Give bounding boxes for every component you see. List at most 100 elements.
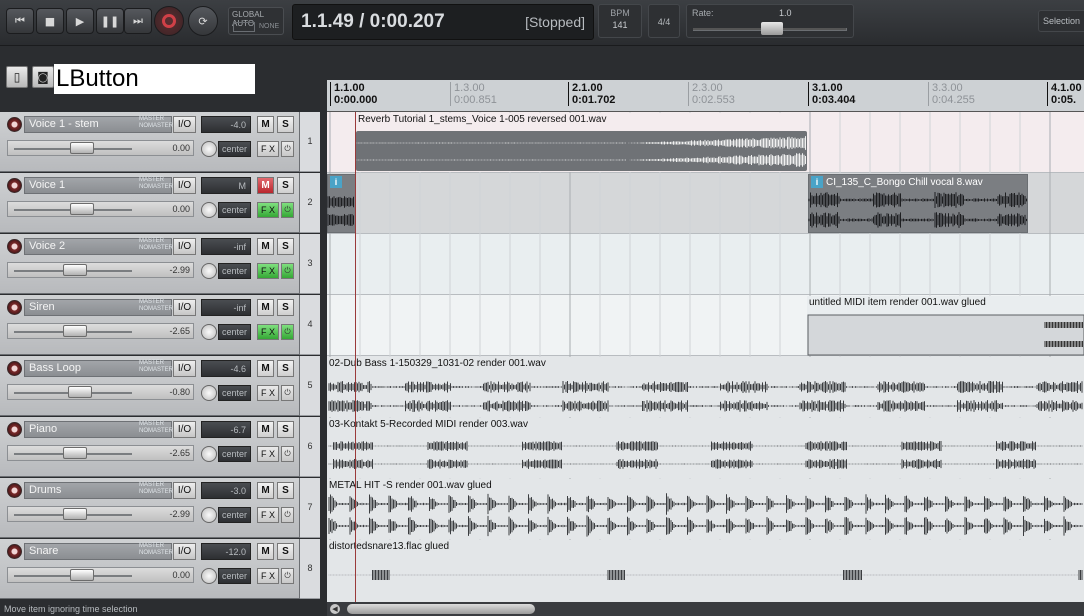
kontakt-item[interactable]: 03-Kontakt 5-Recorded MIDI render 003.wa… — [327, 418, 1084, 478]
pause-button[interactable]: ❚❚ — [96, 8, 124, 34]
stop-button[interactable]: ■ — [36, 8, 64, 34]
record-arm-icon[interactable] — [7, 544, 22, 559]
volume-fader[interactable]: -2.65 — [7, 323, 194, 339]
fx-bypass-icon[interactable]: ⏻ — [281, 385, 294, 401]
fx-button[interactable]: F X — [257, 507, 279, 523]
volume-fader[interactable]: -2.99 — [7, 506, 194, 522]
fx-bypass-icon[interactable]: ⏻ — [281, 202, 294, 218]
pan-knob-icon[interactable] — [201, 202, 217, 218]
record-arm-icon[interactable] — [7, 117, 22, 132]
solo-button[interactable]: S — [277, 116, 294, 133]
track-6[interactable]: Piano MASTER NOMASTER I/O -6.7 M S -2.65 … — [0, 417, 300, 477]
fader-knob[interactable] — [70, 569, 94, 581]
record-arm-icon[interactable] — [7, 422, 22, 437]
fader-knob[interactable] — [63, 447, 87, 459]
io-button[interactable]: I/O — [173, 482, 196, 499]
pan-knob-icon[interactable] — [201, 568, 217, 584]
pan-knob-icon[interactable] — [201, 324, 217, 340]
fx-bypass-icon[interactable]: ⏻ — [281, 446, 294, 462]
scroll-thumb[interactable] — [347, 604, 535, 614]
fx-button[interactable]: F X — [257, 324, 279, 340]
track-7[interactable]: Drums MASTER NOMASTER I/O -3.0 M S -2.99 … — [0, 478, 300, 538]
record-arm-icon[interactable] — [7, 361, 22, 376]
volume-fader[interactable]: -2.99 — [7, 262, 194, 278]
time-display[interactable]: 1.1.49 / 0:00.207 [Stopped] — [292, 4, 594, 40]
repeat-button[interactable]: ⟳ — [188, 6, 218, 36]
io-button[interactable]: I/O — [173, 360, 196, 377]
mute-button[interactable]: M — [257, 421, 274, 438]
solo-button[interactable]: S — [277, 482, 294, 499]
new-track-icon[interactable]: ▯ — [6, 66, 28, 88]
volume-fader[interactable]: -0.80 — [7, 384, 194, 400]
track-3[interactable]: Voice 2 MASTER NOMASTER I/O -inf M S -2.9… — [0, 234, 300, 294]
arrange-view[interactable]: Reverb Tutorial 1_stems_Voice 1-005 reve… — [327, 112, 1084, 602]
bongo-item[interactable]: i CI_135_C_Bongo Chill vocal 8.wav — [808, 174, 1028, 233]
solo-button[interactable]: S — [277, 299, 294, 316]
volume-fader[interactable]: 0.00 — [7, 140, 194, 156]
io-button[interactable]: I/O — [173, 299, 196, 316]
track-2[interactable]: Voice 1 MASTER NOMASTER I/O M M S 0.00 ce… — [0, 173, 300, 233]
solo-button[interactable]: S — [277, 177, 294, 194]
fx-button[interactable]: F X — [257, 263, 279, 279]
solo-button[interactable]: S — [277, 238, 294, 255]
fader-knob[interactable] — [63, 264, 87, 276]
reverb-item[interactable]: Reverb Tutorial 1_stems_Voice 1-005 reve… — [356, 113, 808, 172]
track-8[interactable]: Snare MASTER NOMASTER I/O -12.0 M S 0.00 … — [0, 539, 300, 599]
fx-button[interactable]: F X — [257, 202, 279, 218]
track-1[interactable]: Voice 1 - stem MASTER NOMASTER I/O -4.0 M… — [0, 112, 300, 172]
solo-button[interactable]: S — [277, 360, 294, 377]
voice1-item-start[interactable]: i — [327, 174, 356, 233]
fader-knob[interactable] — [68, 386, 92, 398]
record-arm-icon[interactable] — [7, 178, 22, 193]
scroll-left-icon[interactable]: ◀ — [330, 604, 340, 614]
pan-knob-icon[interactable] — [201, 507, 217, 523]
fx-bypass-icon[interactable]: ⏻ — [281, 507, 294, 523]
pan-knob-icon[interactable] — [201, 385, 217, 401]
mute-button[interactable]: M — [257, 299, 274, 316]
mute-button[interactable]: M — [257, 116, 274, 133]
midi-glued-item[interactable]: untitled MIDI item render 001.wav glued — [807, 296, 1084, 355]
mute-button[interactable]: M — [257, 177, 274, 194]
fx-bypass-icon[interactable]: ⏻ — [281, 141, 294, 157]
volume-fader[interactable]: 0.00 — [7, 201, 194, 217]
solo-button[interactable]: S — [277, 543, 294, 560]
play-button[interactable]: ▶ — [66, 8, 94, 34]
record-arm-icon[interactable] — [7, 239, 22, 254]
track-5[interactable]: Bass Loop MASTER NOMASTER I/O -4.6 M S -0… — [0, 356, 300, 416]
io-button[interactable]: I/O — [173, 421, 196, 438]
record-arm-icon[interactable] — [7, 483, 22, 498]
mute-button[interactable]: M — [257, 360, 274, 377]
playrate-control[interactable]: Rate: 1.0 — [686, 4, 854, 38]
volume-fader[interactable]: 0.00 — [7, 567, 194, 583]
solo-button[interactable]: S — [277, 421, 294, 438]
io-button[interactable]: I/O — [173, 116, 196, 133]
mute-button[interactable]: M — [257, 543, 274, 560]
fader-knob[interactable] — [63, 508, 87, 520]
timeline-ruler[interactable]: 1.1.00 0:00.000 1.3.00 0:00.851 2.1.00 0:01.7… — [327, 80, 1084, 112]
record-button[interactable] — [154, 6, 184, 36]
bpm-display[interactable]: BPM 141 — [598, 4, 642, 38]
fx-bypass-icon[interactable]: ⏻ — [281, 263, 294, 279]
record-arm-icon[interactable] — [7, 300, 22, 315]
fx-bypass-icon[interactable]: ⏻ — [281, 324, 294, 340]
time-signature[interactable]: 4/4 — [648, 4, 680, 38]
fx-bypass-icon[interactable]: ⏻ — [281, 568, 294, 584]
volume-fader[interactable]: -2.65 — [7, 445, 194, 461]
fx-button[interactable]: F X — [257, 568, 279, 584]
horizontal-scrollbar[interactable]: ◀ — [327, 602, 1084, 616]
track-lane[interactable] — [327, 234, 1084, 295]
go-to-start-button[interactable]: ⏮ — [6, 8, 34, 34]
snare-item[interactable]: distortedsnare13.flac glued — [327, 540, 1084, 602]
track-template-icon[interactable]: ◙ — [32, 66, 54, 88]
go-to-end-button[interactable]: ⏭ — [124, 8, 152, 34]
metal-hit-item[interactable]: METAL HIT -S render 001.wav glued — [327, 479, 1084, 539]
fx-button[interactable]: F X — [257, 446, 279, 462]
io-button[interactable]: I/O — [173, 177, 196, 194]
pan-knob-icon[interactable] — [201, 141, 217, 157]
fx-button[interactable]: F X — [257, 141, 279, 157]
global-automation-button[interactable]: GLOBAL AUTO NONE — [228, 7, 284, 35]
selection-display[interactable]: Selection — [1038, 10, 1084, 32]
pan-knob-icon[interactable] — [201, 263, 217, 279]
dub-bass-item[interactable]: 02-Dub Bass 1-150329_1031-02 render 001.… — [327, 357, 1084, 417]
track-4[interactable]: Siren MASTER NOMASTER I/O -inf M S -2.65 … — [0, 295, 300, 355]
